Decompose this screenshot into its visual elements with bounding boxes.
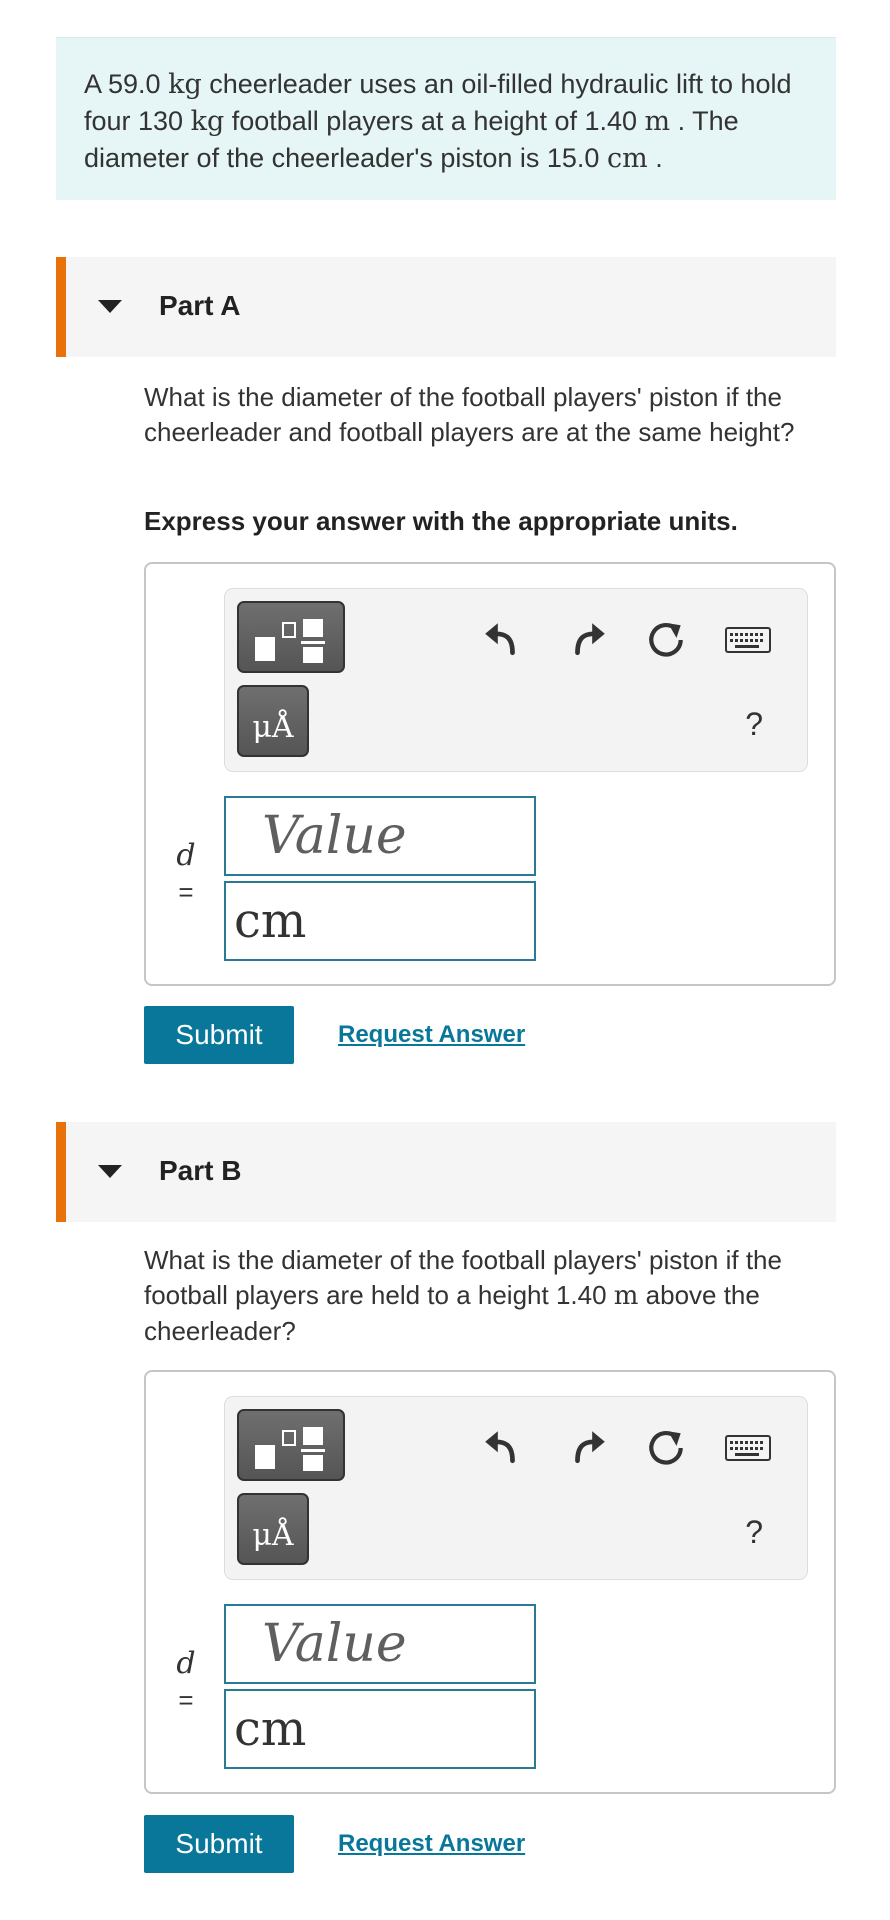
unit-kg: kg xyxy=(190,106,225,137)
keyboard-icon[interactable] xyxy=(725,619,771,661)
value-input[interactable]: Value xyxy=(224,1604,536,1684)
intro-text: football players at a height of 1.40 xyxy=(224,106,645,136)
keyboard-icon[interactable] xyxy=(725,1427,771,1469)
math-toolbar: μÅ ? xyxy=(224,1396,808,1580)
collapse-caret-icon[interactable] xyxy=(98,1165,122,1178)
request-answer-link[interactable]: Request Answer xyxy=(338,1021,525,1049)
part-a-question: What is the diameter of the football pla… xyxy=(144,382,795,447)
request-answer-link[interactable]: Request Answer xyxy=(338,1830,525,1858)
unit-input[interactable]: cm xyxy=(224,881,536,961)
submit-button[interactable]: Submit xyxy=(144,1006,294,1064)
help-button[interactable]: ? xyxy=(745,706,763,743)
part-b-answer-box: μÅ ? d = Value cm xyxy=(144,1370,836,1794)
unit-m: m xyxy=(644,106,671,137)
variable-label: d = xyxy=(168,838,204,910)
value-input[interactable]: Value xyxy=(224,796,536,876)
variable-name: d xyxy=(176,1646,196,1681)
variable-name: d xyxy=(176,838,196,873)
reset-icon[interactable] xyxy=(645,1427,687,1469)
unit-cm: cm xyxy=(606,143,648,174)
undo-icon[interactable] xyxy=(481,617,523,659)
answer-instruction: Express your answer with the appropriate… xyxy=(144,506,738,536)
equals-sign: = xyxy=(178,1685,194,1715)
variable-label: d = xyxy=(168,1646,204,1718)
submit-button[interactable]: Submit xyxy=(144,1815,294,1873)
intro-text: . xyxy=(647,143,663,173)
part-accent-bar xyxy=(56,1122,66,1222)
part-b-question: What is the diameter of the football pla… xyxy=(144,1243,824,1349)
templates-icon[interactable] xyxy=(237,601,345,673)
math-toolbar: μÅ ? xyxy=(224,588,808,772)
units-icon[interactable]: μÅ xyxy=(237,685,309,757)
part-accent-bar xyxy=(56,257,66,357)
part-a-answer-box: μÅ ? d = Value cm xyxy=(144,562,836,986)
redo-icon[interactable] xyxy=(567,1425,609,1467)
reset-icon[interactable] xyxy=(645,619,687,661)
part-a-title: Part A xyxy=(159,290,241,321)
units-icon[interactable]: μÅ xyxy=(237,1493,309,1565)
part-b-title: Part B xyxy=(159,1155,242,1186)
part-b-header[interactable]: Part B xyxy=(56,1122,836,1222)
equals-sign: = xyxy=(178,877,194,907)
unit-input[interactable]: cm xyxy=(224,1689,536,1769)
templates-icon[interactable] xyxy=(237,1409,345,1481)
problem-statement: A 59.0 kg cheerleader uses an oil-filled… xyxy=(56,37,836,200)
redo-icon[interactable] xyxy=(567,617,609,659)
help-button[interactable]: ? xyxy=(745,1514,763,1551)
unit-m: m xyxy=(613,1281,639,1311)
collapse-caret-icon[interactable] xyxy=(98,300,122,313)
undo-icon[interactable] xyxy=(481,1425,523,1467)
unit-kg: kg xyxy=(168,69,202,100)
intro-text: A 59.0 xyxy=(84,69,169,99)
part-a-header[interactable]: Part A xyxy=(56,257,836,357)
